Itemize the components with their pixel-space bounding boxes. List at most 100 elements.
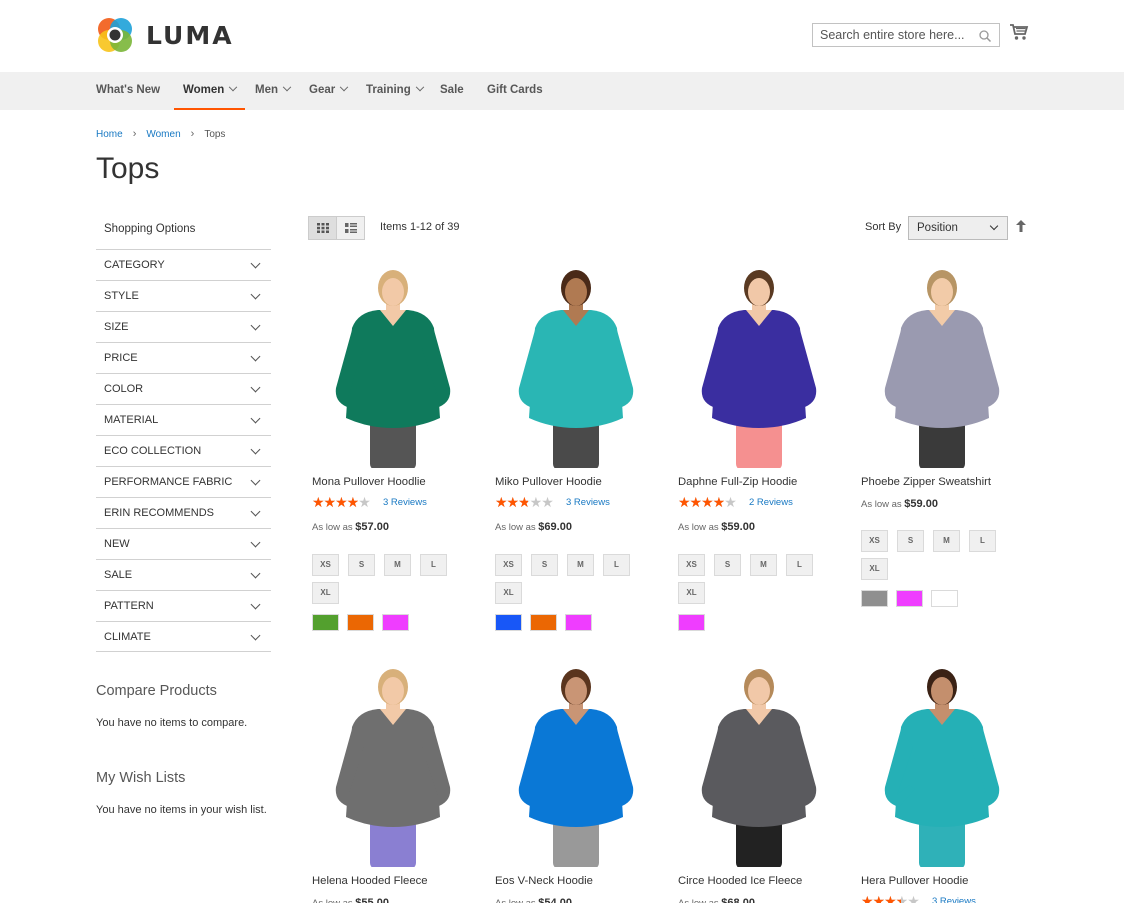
size-option[interactable]: M <box>384 554 411 576</box>
reviews-link[interactable]: 2 Reviews <box>749 497 793 508</box>
chevron-down-icon <box>250 351 261 362</box>
reviews-link[interactable]: 3 Reviews <box>566 497 610 508</box>
nav-item-gift-cards[interactable]: Gift Cards <box>487 72 543 110</box>
size-option[interactable]: XS <box>861 530 888 552</box>
nav-item-gear[interactable]: Gear <box>309 72 349 110</box>
size-option[interactable]: XL <box>861 558 888 580</box>
product-name[interactable]: Hera Pullover Hoodie <box>861 875 968 887</box>
price-value: $68.00 <box>721 897 755 903</box>
filter-erin-recommends[interactable]: ERIN RECOMMENDS <box>96 497 271 528</box>
nav-item-women[interactable]: Women <box>174 72 246 110</box>
color-swatch[interactable] <box>495 614 522 631</box>
color-swatch[interactable] <box>565 614 592 631</box>
size-option[interactable]: S <box>897 530 924 552</box>
product-name[interactable]: Eos V-Neck Hoodie <box>495 875 593 887</box>
breadcrumb-women[interactable]: Women <box>146 129 180 140</box>
size-option[interactable]: XL <box>312 582 339 604</box>
size-option[interactable]: M <box>750 554 777 576</box>
main-navigation: What's New Women Men Gear Training Sale … <box>0 72 1124 110</box>
search-icon[interactable] <box>978 29 992 43</box>
nav-item-whats-new[interactable]: What's New <box>96 72 160 110</box>
product-card[interactable]: Mona Pullover Hoodlie ★★★★★★★★★★ 3 Revie… <box>308 268 478 631</box>
product-rating: ★★★★★★★★★★ 2 Reviews <box>678 495 793 509</box>
product-card[interactable]: Circe Hooded Ice Fleece As low as $68.00 <box>674 667 844 903</box>
sort-by-select[interactable]: Position <box>908 216 1008 240</box>
filter-category[interactable]: CATEGORY <box>96 249 271 280</box>
filter-sale[interactable]: SALE <box>96 559 271 590</box>
toolbar-amount: Items 1-12 of 39 <box>380 221 460 233</box>
size-option[interactable]: S <box>531 554 558 576</box>
filter-color[interactable]: COLOR <box>96 373 271 404</box>
product-photo[interactable] <box>857 667 1027 869</box>
nav-item-training[interactable]: Training <box>366 72 424 110</box>
product-photo[interactable] <box>857 268 1027 470</box>
reviews-link[interactable]: 3 Reviews <box>383 497 427 508</box>
product-photo[interactable] <box>674 667 844 869</box>
product-image <box>518 270 634 470</box>
reviews-link[interactable]: 3 Reviews <box>932 896 976 903</box>
size-option[interactable]: XS <box>495 554 522 576</box>
breadcrumb-home[interactable]: Home <box>96 129 123 140</box>
filter-material[interactable]: MATERIAL <box>96 404 271 435</box>
size-option[interactable]: L <box>786 554 813 576</box>
size-option[interactable]: M <box>933 530 960 552</box>
color-swatch[interactable] <box>382 614 409 631</box>
breadcrumb: Home › Women › Tops <box>96 128 225 140</box>
nav-item-sale[interactable]: Sale <box>440 72 464 110</box>
product-card[interactable]: Eos V-Neck Hoodie As low as $54.00 <box>491 667 661 903</box>
size-option[interactable]: L <box>603 554 630 576</box>
list-view-button[interactable] <box>337 216 365 240</box>
product-photo[interactable] <box>308 268 478 470</box>
product-card[interactable]: Helena Hooded Fleece As low as $55.00 <box>308 667 478 903</box>
product-name[interactable]: Circe Hooded Ice Fleece <box>678 875 802 887</box>
product-image <box>335 270 451 470</box>
filter-performance-fabric[interactable]: PERFORMANCE FABRIC <box>96 466 271 497</box>
product-card[interactable]: Hera Pullover Hoodie ★★★★★★★★★★ 3 Review… <box>857 667 1027 903</box>
color-swatch[interactable] <box>896 590 923 607</box>
product-card[interactable]: Daphne Full-Zip Hoodie ★★★★★★★★★★ 2 Revi… <box>674 268 844 631</box>
chevron-down-icon <box>250 258 261 269</box>
size-option[interactable]: L <box>420 554 447 576</box>
product-photo[interactable] <box>491 268 661 470</box>
product-name[interactable]: Miko Pullover Hoodie <box>495 476 602 488</box>
filter-style[interactable]: STYLE <box>96 280 271 311</box>
product-name[interactable]: Helena Hooded Fleece <box>312 875 428 887</box>
store-logo[interactable]: LUMA <box>96 16 234 54</box>
product-card[interactable]: Miko Pullover Hoodie ★★★★★★★★★★ 3 Review… <box>491 268 661 631</box>
color-swatch[interactable] <box>931 590 958 607</box>
color-swatch[interactable] <box>861 590 888 607</box>
product-name[interactable]: Phoebe Zipper Sweatshirt <box>861 476 991 488</box>
product-photo[interactable] <box>308 667 478 869</box>
product-photo[interactable] <box>491 667 661 869</box>
product-name[interactable]: Mona Pullover Hoodlie <box>312 476 426 488</box>
sort-direction-arrow-icon[interactable] <box>1016 220 1026 232</box>
color-swatch[interactable] <box>530 614 557 631</box>
filter-pattern[interactable]: PATTERN <box>96 590 271 621</box>
filter-new[interactable]: NEW <box>96 528 271 559</box>
color-swatch[interactable] <box>347 614 374 631</box>
color-swatch[interactable] <box>312 614 339 631</box>
grid-view-button[interactable] <box>308 216 337 240</box>
product-card[interactable]: Phoebe Zipper Sweatshirt As low as $59.0… <box>857 268 1027 607</box>
size-option[interactable]: M <box>567 554 594 576</box>
color-swatch[interactable] <box>678 614 705 631</box>
nav-item-men[interactable]: Men <box>255 72 292 110</box>
size-option[interactable]: XL <box>678 582 705 604</box>
size-option[interactable]: S <box>714 554 741 576</box>
size-option[interactable]: XL <box>495 582 522 604</box>
search-input[interactable] <box>813 24 973 46</box>
size-option[interactable]: XS <box>312 554 339 576</box>
size-option[interactable]: L <box>969 530 996 552</box>
filter-size[interactable]: SIZE <box>96 311 271 342</box>
wishlist-empty: You have no items in your wish list. <box>96 804 267 816</box>
product-name[interactable]: Daphne Full-Zip Hoodie <box>678 476 797 488</box>
filter-climate[interactable]: CLIMATE <box>96 621 271 652</box>
size-option[interactable]: S <box>348 554 375 576</box>
product-photo[interactable] <box>674 268 844 470</box>
filter-eco-collection[interactable]: ECO COLLECTION <box>96 435 271 466</box>
size-option[interactable]: XS <box>678 554 705 576</box>
filter-price[interactable]: PRICE <box>96 342 271 373</box>
cart-icon[interactable] <box>1009 23 1029 41</box>
price-value: $59.00 <box>721 521 755 533</box>
size-options: XS S M L XL <box>678 554 828 610</box>
